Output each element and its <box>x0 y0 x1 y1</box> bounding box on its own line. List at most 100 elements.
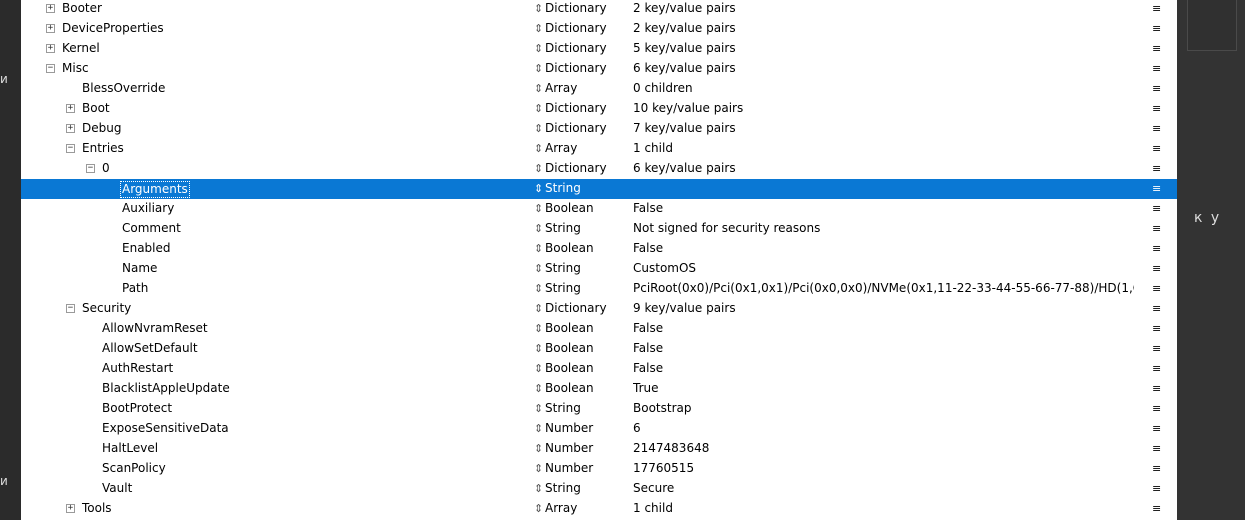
type-label[interactable]: Boolean <box>545 361 594 376</box>
row-menu-icon[interactable]: ≡ <box>1152 21 1161 36</box>
collapse-icon[interactable]: − <box>66 144 75 153</box>
type-sort-icon[interactable]: ⇕ <box>534 381 543 396</box>
value-label[interactable]: 17760515 <box>633 461 1134 476</box>
value-label[interactable]: CustomOS <box>633 261 1134 276</box>
tree-row[interactable]: − Security ⇕ Dictionary 9 key/value pairs ≡ <box>21 299 1177 319</box>
type-label[interactable]: Boolean <box>545 241 594 256</box>
type-label[interactable]: Dictionary <box>545 101 607 116</box>
tree-row[interactable]: ScanPolicy ⇕ Number 17760515 ≡ <box>21 459 1177 479</box>
row-menu-icon[interactable]: ≡ <box>1152 481 1161 496</box>
type-label[interactable]: Dictionary <box>545 161 607 176</box>
value-label[interactable]: 5 key/value pairs <box>633 41 1134 56</box>
value-label[interactable]: 2 key/value pairs <box>633 1 1134 16</box>
type-label[interactable]: Array <box>545 141 577 156</box>
tree-row[interactable]: −0 ⇕ Dictionary 6 key/value pairs ≡ <box>21 159 1177 179</box>
type-label[interactable]: Array <box>545 501 577 516</box>
tree-row[interactable]: Comment ⇕ String Not signed for security re… <box>21 219 1177 239</box>
value-label[interactable]: 10 key/value pairs <box>633 101 1134 116</box>
row-menu-icon[interactable]: ≡ <box>1152 501 1161 516</box>
tree-row[interactable]: Auxiliary ⇕ Boolean False ≡ <box>21 199 1177 219</box>
type-sort-icon[interactable]: ⇕ <box>534 361 543 376</box>
row-menu-icon[interactable]: ≡ <box>1152 181 1161 196</box>
value-label[interactable]: 2 key/value pairs <box>633 21 1134 36</box>
expand-icon[interactable]: + <box>46 24 55 33</box>
tree-row[interactable]: + Booter ⇕ Dictionary 2 key/value pairs ≡ <box>21 0 1177 19</box>
type-label[interactable]: Number <box>545 421 593 436</box>
type-label[interactable]: Boolean <box>545 381 594 396</box>
value-label[interactable]: 1 child <box>633 501 1134 516</box>
expand-icon[interactable]: + <box>66 504 75 513</box>
type-sort-icon[interactable]: ⇕ <box>534 481 543 496</box>
tree-row[interactable]: Vault ⇕ String Secure ≡ <box>21 479 1177 499</box>
type-label[interactable]: Boolean <box>545 321 594 336</box>
type-sort-icon[interactable]: ⇕ <box>534 401 543 416</box>
type-label[interactable]: Dictionary <box>545 121 607 136</box>
type-label[interactable]: String <box>545 281 581 296</box>
value-label[interactable]: 1 child <box>633 141 1134 156</box>
tree-row[interactable]: ExposeSensitiveData ⇕ Number 6 ≡ <box>21 419 1177 439</box>
tree-row[interactable]: + Tools ⇕ Array 1 child ≡ <box>21 499 1177 519</box>
value-label[interactable]: PciRoot(0x0)/Pci(0x1,0x1)/Pci(0x0,0x0)/N… <box>633 281 1134 296</box>
row-menu-icon[interactable]: ≡ <box>1152 1 1161 16</box>
type-label[interactable]: String <box>545 261 581 276</box>
row-menu-icon[interactable]: ≡ <box>1152 321 1161 336</box>
row-menu-icon[interactable]: ≡ <box>1152 421 1161 436</box>
collapse-icon[interactable]: − <box>66 304 75 313</box>
tree-row[interactable]: Arguments ⇕ String ≡ <box>21 179 1177 199</box>
value-label[interactable]: Bootstrap <box>633 401 1134 416</box>
value-label[interactable]: False <box>633 341 1134 356</box>
type-sort-icon[interactable]: ⇕ <box>534 341 543 356</box>
tree-row[interactable]: BlacklistAppleUpdate ⇕ Boolean True ≡ <box>21 379 1177 399</box>
type-sort-icon[interactable]: ⇕ <box>534 281 543 296</box>
type-sort-icon[interactable]: ⇕ <box>534 221 543 236</box>
type-sort-icon[interactable]: ⇕ <box>534 101 543 116</box>
value-label[interactable]: 2147483648 <box>633 441 1134 456</box>
type-label[interactable]: Dictionary <box>545 61 607 76</box>
tree-row[interactable]: BootProtect ⇕ String Bootstrap ≡ <box>21 399 1177 419</box>
type-sort-icon[interactable]: ⇕ <box>534 421 543 436</box>
type-label[interactable]: Dictionary <box>545 41 607 56</box>
value-label[interactable]: True <box>633 381 1134 396</box>
type-label[interactable]: Array <box>545 81 577 96</box>
collapse-icon[interactable]: − <box>46 64 55 73</box>
type-label[interactable]: String <box>545 481 581 496</box>
value-label[interactable]: False <box>633 241 1134 256</box>
row-menu-icon[interactable]: ≡ <box>1152 441 1161 456</box>
row-menu-icon[interactable]: ≡ <box>1152 281 1161 296</box>
tree-row[interactable]: Name ⇕ String CustomOS ≡ <box>21 259 1177 279</box>
row-menu-icon[interactable]: ≡ <box>1152 201 1161 216</box>
tree-row[interactable]: + DeviceProperties ⇕ Dictionary 2 key/value … <box>21 19 1177 39</box>
tree-row[interactable]: AuthRestart ⇕ Boolean False ≡ <box>21 359 1177 379</box>
tree-row[interactable]: − Entries ⇕ Array 1 child ≡ <box>21 139 1177 159</box>
value-label[interactable]: 6 key/value pairs <box>633 161 1134 176</box>
row-menu-icon[interactable]: ≡ <box>1152 261 1161 276</box>
type-label[interactable]: Dictionary <box>545 21 607 36</box>
value-label[interactable]: False <box>633 201 1134 216</box>
plist-tree-view[interactable]: + Booter ⇕ Dictionary 2 key/value pairs ≡ + Dev… <box>21 0 1177 520</box>
row-menu-icon[interactable]: ≡ <box>1152 81 1161 96</box>
tree-row[interactable]: HaltLevel ⇕ Number 2147483648 ≡ <box>21 439 1177 459</box>
type-sort-icon[interactable]: ⇕ <box>534 41 543 56</box>
row-menu-icon[interactable]: ≡ <box>1152 381 1161 396</box>
type-label[interactable]: String <box>545 401 581 416</box>
row-menu-icon[interactable]: ≡ <box>1152 141 1161 156</box>
row-menu-icon[interactable]: ≡ <box>1152 341 1161 356</box>
type-sort-icon[interactable]: ⇕ <box>534 21 543 36</box>
tree-row[interactable]: + Debug ⇕ Dictionary 7 key/value pairs ≡ <box>21 119 1177 139</box>
expand-icon[interactable]: + <box>66 104 75 113</box>
tree-row[interactable]: AllowNvramReset ⇕ Boolean False ≡ <box>21 319 1177 339</box>
tree-row[interactable]: Path ⇕ String PciRoot(0x0)/Pci(0x1,0x1)/Pci… <box>21 279 1177 299</box>
type-label[interactable]: Boolean <box>545 341 594 356</box>
row-menu-icon[interactable]: ≡ <box>1152 461 1161 476</box>
type-sort-icon[interactable]: ⇕ <box>534 241 543 256</box>
tree-row[interactable]: − Misc ⇕ Dictionary 6 key/value pairs ≡ <box>21 59 1177 79</box>
value-label[interactable]: 6 <box>633 421 1134 436</box>
type-sort-icon[interactable]: ⇕ <box>534 301 543 316</box>
type-label[interactable]: Dictionary <box>545 301 607 316</box>
type-label[interactable]: Dictionary <box>545 1 607 16</box>
value-label[interactable]: 7 key/value pairs <box>633 121 1134 136</box>
type-label[interactable]: Number <box>545 461 593 476</box>
expand-icon[interactable]: + <box>46 4 55 13</box>
row-menu-icon[interactable]: ≡ <box>1152 101 1161 116</box>
tree-row[interactable]: + Boot ⇕ Dictionary 10 key/value pairs ≡ <box>21 99 1177 119</box>
